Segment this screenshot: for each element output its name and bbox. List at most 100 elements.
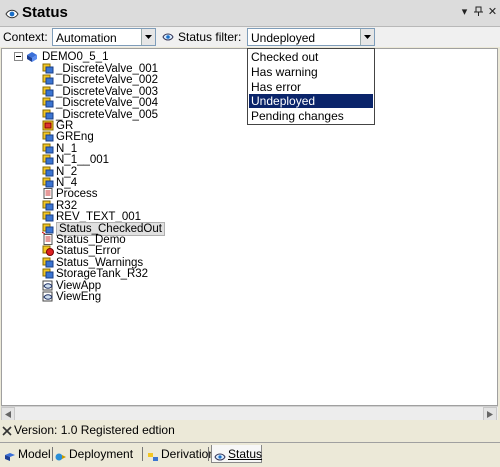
tab-label: Model — [18, 447, 51, 461]
pin-icon[interactable] — [472, 6, 485, 19]
tree-item-label: _DiscreteValve_001 — [56, 63, 159, 75]
tab-label: Status — [228, 447, 263, 461]
tree-item[interactable]: _DiscreteValve_003 — [42, 86, 242, 98]
tab-label: Derivation — [161, 447, 216, 461]
dropdown-option[interactable]: Checked out — [249, 50, 373, 64]
window-menu-icon[interactable]: ▾ — [458, 6, 471, 19]
tree-item[interactable]: N_2 — [42, 166, 242, 178]
context-label: Context: — [3, 30, 48, 44]
tree-item[interactable]: _DiscreteValve_002 — [42, 74, 242, 86]
group-icon — [42, 120, 54, 131]
object-icon — [42, 63, 54, 74]
tree-item[interactable]: _DiscreteValve_001 — [42, 63, 242, 75]
deployment-icon — [55, 449, 67, 461]
tree-item[interactable]: N_1 — [42, 143, 242, 155]
tree-item[interactable]: Status_Error — [42, 245, 242, 257]
context-value: Automation — [56, 31, 117, 45]
object-icon — [42, 74, 54, 85]
tree-item[interactable]: R32 — [42, 200, 242, 212]
tree-item[interactable]: ViewEng — [42, 291, 242, 303]
object-icon — [42, 143, 54, 154]
status-filter-label: Status filter: — [178, 30, 242, 44]
status-filter-dropdown-button[interactable] — [360, 29, 374, 45]
view-icon — [42, 291, 54, 302]
status-window-icon — [5, 7, 19, 21]
bottom-tabs: Model Deployment Derivation Status — [0, 442, 500, 465]
tab-derivation[interactable]: Derivation — [145, 445, 215, 463]
collapse-icon[interactable] — [14, 52, 23, 61]
project-icon — [26, 51, 38, 62]
status-bar: Version: 1.0 Registered edtion — [0, 420, 500, 440]
tree-item[interactable]: Status_Demo — [42, 234, 242, 246]
context-dropdown-button[interactable] — [141, 29, 155, 45]
object-icon — [42, 97, 54, 108]
status-filter-dropdown[interactable]: Checked out Has warning Has error Undeploye… — [247, 48, 375, 125]
dropdown-option[interactable]: Pending changes — [249, 109, 373, 123]
object-icon — [42, 166, 54, 177]
tree-item[interactable]: _DiscreteValve_004 — [42, 97, 242, 109]
dropdown-option[interactable]: Has error — [249, 80, 373, 94]
tree-item-label: ViewEng — [56, 291, 102, 303]
chevron-down-icon — [145, 35, 152, 39]
context-select[interactable]: Automation — [52, 28, 156, 46]
dropdown-option[interactable]: Undeployed — [249, 94, 373, 109]
tree-item-label: _DiscreteValve_003 — [56, 85, 159, 98]
scroll-right-button[interactable] — [483, 407, 497, 421]
tree-item-label: Process — [56, 188, 98, 201]
derivation-icon — [147, 449, 159, 461]
tree-item-label: GR — [56, 120, 74, 132]
tab-model[interactable]: Model — [2, 445, 51, 463]
tab-separator — [208, 447, 209, 461]
tree-item-label: _DiscreteValve_002 — [56, 74, 159, 87]
tree-item-label: R32 — [56, 199, 78, 212]
object-icon — [42, 154, 54, 165]
tree-item[interactable]: GR — [42, 120, 242, 132]
close-icon[interactable]: ✕ — [486, 6, 499, 19]
tree-item-label: N_1 — [56, 142, 78, 155]
tab-status[interactable]: Status — [211, 445, 262, 463]
tree-item-label: StorageTank_R32 — [56, 268, 149, 281]
tree-item-label: N_2 — [56, 165, 78, 178]
error-icon — [42, 245, 54, 257]
tree-item[interactable]: GREng — [42, 131, 242, 143]
title-bar: Status ▾ ✕ — [0, 0, 500, 27]
tree-item[interactable]: Process — [42, 188, 242, 200]
object-icon — [42, 131, 54, 142]
document-icon — [42, 188, 54, 200]
horizontal-scrollbar[interactable] — [1, 406, 498, 421]
object-icon — [42, 200, 54, 211]
scroll-left-button[interactable] — [1, 407, 15, 421]
checked-out-icon — [41, 223, 54, 235]
tree-item-label: GREng — [56, 131, 94, 144]
tree-item[interactable]: Status_Warnings — [42, 257, 242, 269]
version-icon — [2, 425, 12, 436]
tab-deployment[interactable]: Deployment — [53, 445, 141, 463]
tree-item[interactable]: StorageTank_R32 — [42, 268, 242, 280]
chevron-down-icon — [364, 35, 371, 39]
view-icon — [42, 280, 54, 291]
tree-root-label: DEMO0_5_1 — [42, 51, 109, 63]
tree-item[interactable]: N_4 — [42, 177, 242, 189]
dropdown-option[interactable]: Has warning — [249, 65, 373, 79]
tree-item-label: N_1__001 — [56, 154, 110, 167]
tree-item[interactable]: N_1__001 — [42, 154, 242, 166]
tree-item[interactable]: ViewApp — [42, 280, 242, 292]
tab-separator — [142, 447, 143, 461]
object-icon — [42, 86, 54, 97]
status-icon — [214, 449, 226, 461]
object-icon — [42, 177, 54, 188]
tree-item-label: Status_Warnings — [56, 256, 144, 269]
object-icon — [42, 109, 54, 120]
tree-item[interactable]: Status_CheckedOut — [41, 221, 242, 236]
object-icon — [42, 268, 54, 279]
status-filter-value: Undeployed — [251, 31, 316, 45]
tree-item-label: ViewApp — [56, 279, 102, 292]
tree-item-label: Status_Demo — [56, 234, 126, 246]
status-filter-select[interactable]: Undeployed — [247, 28, 375, 46]
window-title: Status — [22, 4, 68, 21]
tree-item-label: Status_Error — [56, 245, 121, 258]
tree-item[interactable]: _DiscreteValve_005 — [42, 109, 242, 121]
tree-root[interactable]: DEMO0_5_1 — [14, 51, 214, 63]
object-icon — [42, 211, 54, 222]
object-icon — [42, 257, 54, 268]
